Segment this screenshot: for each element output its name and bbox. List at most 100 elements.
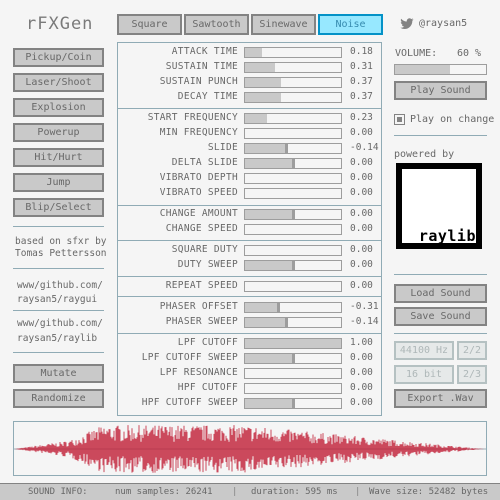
param-slider[interactable]: [244, 281, 342, 292]
laser-shoot-button[interactable]: Laser/Shoot: [13, 73, 104, 92]
param-value: 0.00: [350, 397, 373, 408]
bit-depth-toggle[interactable]: 2/3: [457, 365, 487, 384]
param-label: HPF CUTOFF SWEEP: [141, 397, 238, 408]
hit-hurt-button[interactable]: Hit/Hurt: [13, 148, 104, 167]
group-separator: [118, 108, 381, 109]
sample-rate-button[interactable]: 44100 Hz: [394, 341, 454, 360]
raygui-link-1[interactable]: www/github.com/: [17, 278, 103, 293]
param-slider[interactable]: [244, 77, 342, 88]
param-slider-knob[interactable]: [277, 302, 281, 313]
credits-line-2: Tomas Pettersson: [15, 248, 107, 259]
param-row: SUSTAIN TIME 0.31: [118, 60, 382, 75]
param-value: 0.37: [350, 76, 373, 87]
param-slider[interactable]: [244, 368, 342, 379]
group-separator: [118, 333, 381, 334]
param-slider[interactable]: [244, 188, 342, 199]
raylib-logo[interactable]: raylib: [396, 163, 482, 249]
mutate-button[interactable]: Mutate: [13, 364, 104, 383]
param-row: START FREQUENCY 0.23: [118, 111, 382, 126]
play-sound-button[interactable]: Play Sound: [394, 81, 487, 100]
randomize-button[interactable]: Randomize: [13, 389, 104, 408]
param-label: REPEAT SPEED: [165, 280, 238, 291]
divider: [13, 226, 104, 227]
param-slider-fill: [245, 303, 279, 312]
status-num-samples: num samples: 26241: [115, 487, 213, 497]
param-row: CHANGE SPEED 0.00: [118, 222, 382, 237]
jump-button[interactable]: Jump: [13, 173, 104, 192]
param-slider-fill: [245, 78, 281, 87]
param-slider[interactable]: [244, 260, 342, 271]
param-label: DELTA SLIDE: [171, 157, 238, 168]
load-sound-button[interactable]: Load Sound: [394, 284, 487, 303]
powerup-button[interactable]: Powerup: [13, 123, 104, 142]
param-value: 1.00: [350, 337, 373, 348]
param-slider-knob[interactable]: [292, 260, 295, 271]
param-row: PHASER SWEEP -0.14: [118, 315, 382, 330]
param-value: 0.18: [350, 46, 373, 57]
explosion-button[interactable]: Explosion: [13, 98, 104, 117]
param-row: MIN FREQUENCY 0.00: [118, 126, 382, 141]
param-slider[interactable]: [244, 128, 342, 139]
group-separator: [118, 276, 381, 277]
status-divider: |: [232, 487, 238, 497]
blip-select-button[interactable]: Blip/Select: [13, 198, 104, 217]
param-slider-fill: [245, 48, 263, 57]
status-duration: duration: 595 ms: [251, 487, 338, 497]
param-slider[interactable]: [244, 62, 342, 73]
group-separator: [118, 296, 381, 297]
param-slider-knob[interactable]: [285, 317, 289, 328]
param-slider[interactable]: [244, 383, 342, 394]
param-row: DECAY TIME 0.37: [118, 90, 382, 105]
play-on-change-label[interactable]: Play on change: [410, 114, 494, 125]
status-divider: |: [355, 487, 361, 497]
param-row: SLIDE -0.14: [118, 141, 382, 156]
param-row: LPF RESONANCE 0.00: [118, 366, 382, 381]
param-slider-fill: [245, 339, 341, 348]
pickup-coin-button[interactable]: Pickup/Coin: [13, 48, 104, 67]
raylib-link-2[interactable]: raysan5/raylib: [17, 331, 97, 346]
param-row: VIBRATO SPEED 0.00: [118, 186, 382, 201]
param-slider[interactable]: [244, 302, 342, 313]
param-slider-knob[interactable]: [292, 353, 295, 364]
param-slider[interactable]: [244, 143, 342, 154]
param-slider-fill: [245, 159, 293, 168]
tab-sinewave[interactable]: Sinewave: [251, 14, 316, 35]
param-slider-knob[interactable]: [285, 143, 289, 154]
param-slider[interactable]: [244, 92, 342, 103]
author-handle[interactable]: @raysan5: [419, 18, 467, 29]
play-on-change-checkbox[interactable]: [394, 114, 405, 125]
save-sound-button[interactable]: Save Sound: [394, 307, 487, 326]
export-wav-button[interactable]: Export .Wav: [394, 389, 487, 408]
bit-depth-button[interactable]: 16 bit: [394, 365, 454, 384]
raylib-link-1[interactable]: www/github.com/: [17, 316, 103, 331]
param-slider-knob[interactable]: [292, 398, 295, 409]
param-slider[interactable]: [244, 338, 342, 349]
param-slider[interactable]: [244, 47, 342, 58]
param-slider[interactable]: [244, 398, 342, 409]
param-label: SLIDE: [207, 142, 238, 153]
param-row: PHASER OFFSET -0.31: [118, 300, 382, 315]
param-slider-fill: [245, 210, 293, 219]
param-slider[interactable]: [244, 113, 342, 124]
param-slider-knob[interactable]: [292, 158, 295, 169]
volume-slider[interactable]: [394, 64, 487, 75]
param-slider[interactable]: [244, 224, 342, 235]
tab-noise[interactable]: Noise: [318, 14, 383, 35]
param-slider[interactable]: [244, 158, 342, 169]
tab-sawtooth[interactable]: Sawtooth: [184, 14, 249, 35]
param-slider[interactable]: [244, 353, 342, 364]
sample-rate-toggle[interactable]: 2/2: [457, 341, 487, 360]
param-slider-knob[interactable]: [292, 209, 295, 220]
waveform-display: [13, 421, 487, 476]
param-slider[interactable]: [244, 209, 342, 220]
volume-label: VOLUME:: [395, 48, 438, 59]
param-slider[interactable]: [244, 173, 342, 184]
raygui-link-2[interactable]: raysan5/raygui: [17, 292, 97, 307]
param-value: -0.31: [350, 301, 379, 312]
param-label: DECAY TIME: [177, 91, 238, 102]
param-slider[interactable]: [244, 245, 342, 256]
app-title: rFXGen: [26, 14, 94, 34]
param-label: PHASER SWEEP: [165, 316, 238, 327]
param-slider[interactable]: [244, 317, 342, 328]
tab-square[interactable]: Square: [117, 14, 182, 35]
